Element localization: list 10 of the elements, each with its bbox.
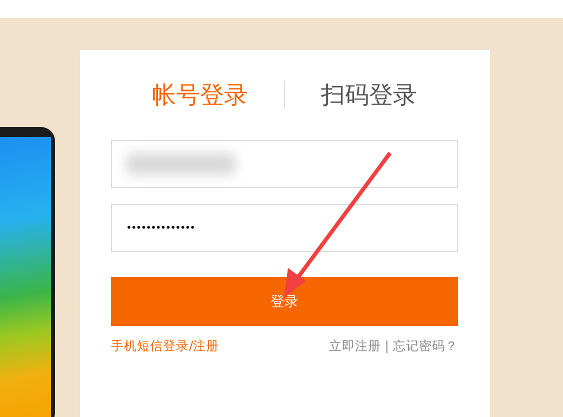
account-link[interactable]: 立即注册 <box>328 338 381 355</box>
sms-login-link[interactable]: 手机短信登录/注册 <box>111 338 220 355</box>
username-field[interactable] <box>111 140 458 188</box>
login-tab[interactable]: 扫码登录 <box>285 79 453 111</box>
link-separator: | <box>384 338 389 355</box>
login-button[interactable]: 登录 <box>111 277 458 326</box>
account-link[interactable]: 忘记密码？ <box>393 338 458 355</box>
password-field[interactable]: •••••••••••••• <box>111 204 458 252</box>
login-tab[interactable]: 帐号登录 <box>116 79 284 111</box>
password-value: •••••••••••••• <box>126 222 195 234</box>
